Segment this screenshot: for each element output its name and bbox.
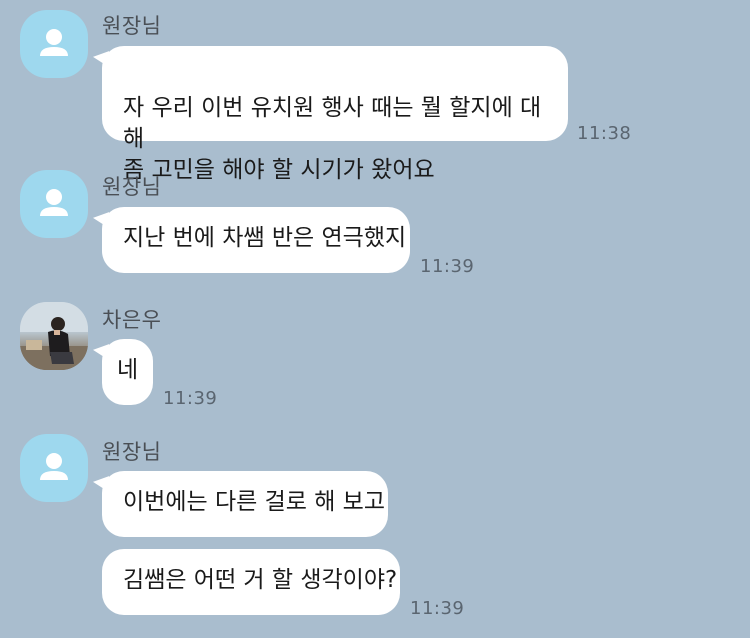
message-bubble[interactable]: 이번에는 다른 걸로 해 보고 xyxy=(102,471,388,537)
message-time: 11:39 xyxy=(420,256,475,277)
message-text: 자 우리 이번 유치원 행사 때는 뭘 할지에 대해 좀 고민을 해야 할 시기… xyxy=(123,95,542,183)
message-text: 네 xyxy=(117,357,139,383)
message-bubble[interactable]: 김쌤은 어떤 거 할 생각이야? xyxy=(102,549,400,615)
message-text: 김쌤은 어떤 거 할 생각이야? xyxy=(123,567,398,593)
sender-name: 원장님 xyxy=(102,14,162,38)
avatar-default[interactable] xyxy=(20,170,88,238)
message-time: 11:38 xyxy=(577,123,632,144)
message-time: 11:39 xyxy=(410,598,465,619)
avatar-photo[interactable] xyxy=(20,302,88,370)
profile-photo-icon xyxy=(20,302,88,370)
sender-name: 원장님 xyxy=(102,440,162,464)
default-person-icon xyxy=(40,189,68,216)
avatar-default[interactable] xyxy=(20,434,88,502)
default-person-icon xyxy=(40,453,68,480)
default-person-icon xyxy=(40,29,68,56)
message-text: 지난 번에 차쌤 반은 연극했지 xyxy=(123,225,407,251)
message-time: 11:39 xyxy=(163,388,218,409)
message-bubble[interactable]: 자 우리 이번 유치원 행사 때는 뭘 할지에 대해 좀 고민을 해야 할 시기… xyxy=(102,46,568,183)
message-bubble[interactable]: 지난 번에 차쌤 반은 연극했지 xyxy=(102,207,410,273)
message-text: 이번에는 다른 걸로 해 보고 xyxy=(123,489,386,515)
sender-name: 원장님 xyxy=(102,175,162,199)
message-bubble[interactable]: 네 xyxy=(102,339,153,405)
sender-name: 차은우 xyxy=(102,308,162,332)
avatar-default[interactable] xyxy=(20,10,88,78)
